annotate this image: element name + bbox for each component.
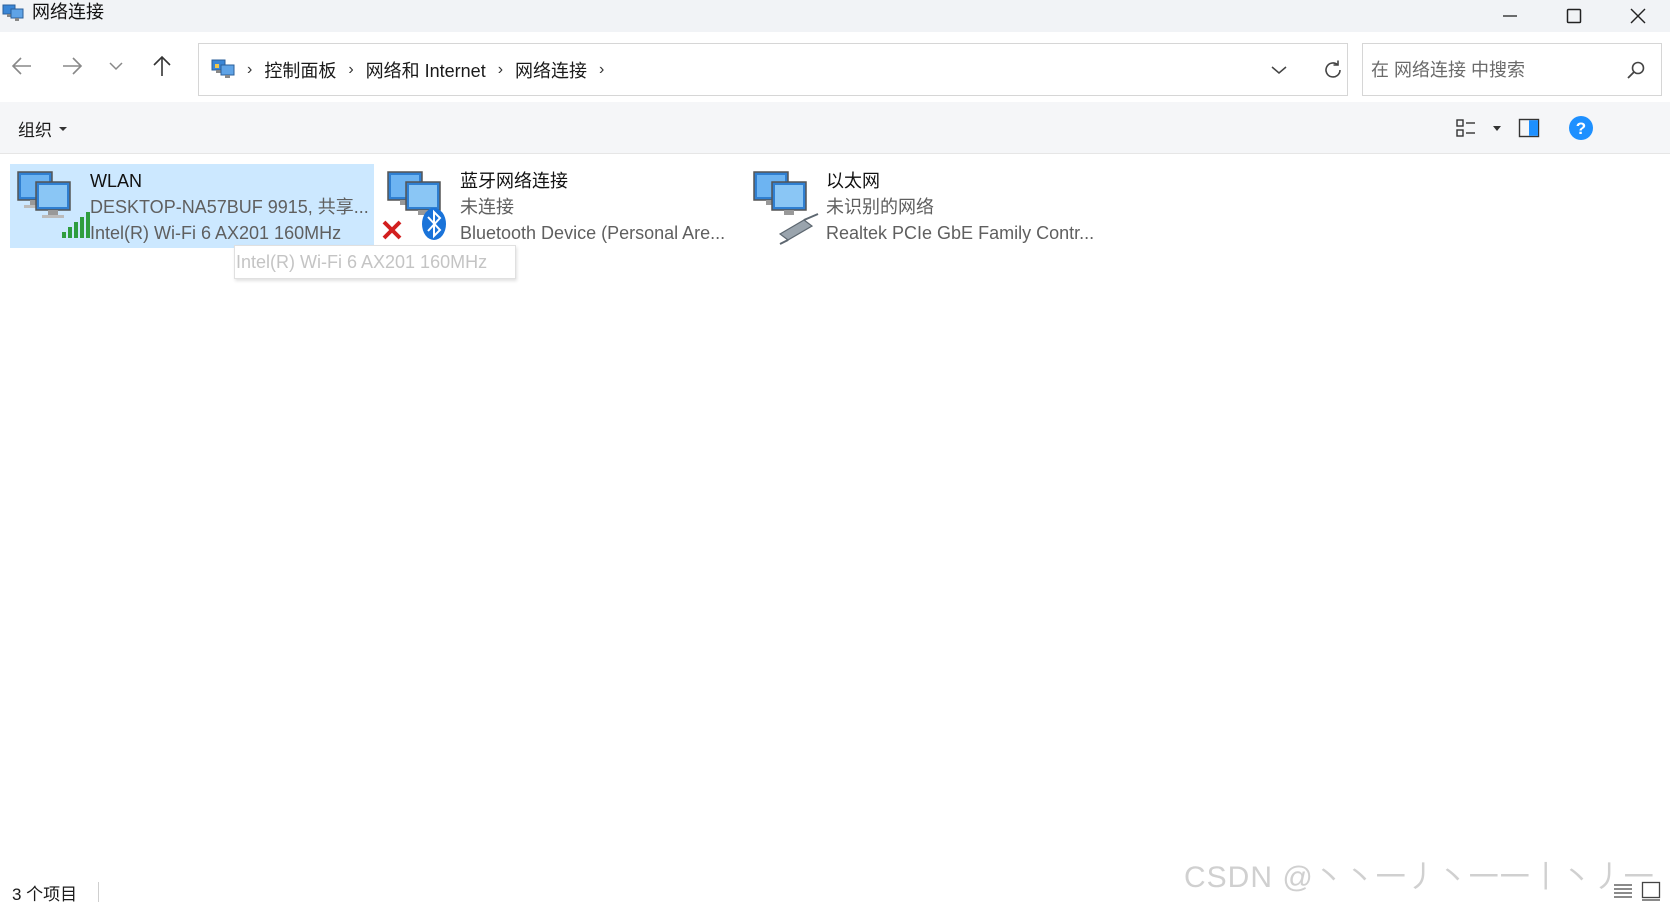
- connection-item-ethernet[interactable]: 以太网 未识别的网络 Realtek PCIe GbE Family Contr…: [746, 164, 1106, 248]
- connection-item-bluetooth[interactable]: 蓝牙网络连接 未连接 Bluetooth Device (Personal Ar…: [380, 164, 740, 248]
- command-bar: 组织 ?: [0, 102, 1670, 154]
- status-bar: 3 个项目: [0, 868, 1670, 904]
- close-icon: [1630, 8, 1646, 24]
- refresh-icon: [1325, 60, 1341, 78]
- caret-down-icon: [59, 126, 67, 131]
- search-box[interactable]: [1362, 43, 1662, 96]
- bluetooth-adapter-icon: [380, 164, 460, 248]
- breadcrumb-chevron-icon[interactable]: ›: [241, 61, 258, 79]
- organize-label: 组织: [18, 121, 52, 140]
- connection-name: WLAN: [90, 171, 143, 191]
- connection-status: 未连接: [460, 197, 514, 217]
- connection-name: 蓝牙网络连接: [460, 171, 568, 191]
- connection-status: 未识别的网络: [826, 197, 934, 217]
- status-divider: [98, 882, 99, 902]
- breadcrumb-control-panel[interactable]: 控制面板: [258, 57, 342, 83]
- search-input[interactable]: [1371, 56, 1611, 84]
- connection-name: 以太网: [826, 171, 880, 191]
- forward-button[interactable]: [52, 46, 92, 86]
- connection-status: DESKTOP-NA57BUF 9915, 共享...: [90, 197, 369, 217]
- large-icons-view-icon[interactable]: [1640, 880, 1662, 902]
- svg-text:?: ?: [1576, 119, 1586, 138]
- chevron-down-icon: [109, 62, 123, 71]
- refresh-button[interactable]: [1313, 44, 1353, 95]
- chevron-down-icon: [1271, 65, 1287, 74]
- wifi-adapter-icon: [10, 164, 90, 248]
- recent-locations-button[interactable]: [96, 46, 136, 86]
- ethernet-adapter-icon: [746, 164, 826, 248]
- tooltip: Intel(R) Wi-Fi 6 AX201 160MHz: [234, 245, 516, 279]
- breadcrumb-network-and-internet[interactable]: 网络和 Internet: [360, 57, 492, 83]
- connection-device: Bluetooth Device (Personal Are...: [460, 223, 726, 243]
- breadcrumb-network-connections[interactable]: 网络连接: [509, 57, 593, 83]
- window-title: 网络连接: [32, 2, 104, 22]
- arrow-left-icon: [11, 57, 31, 75]
- connection-device: Intel(R) Wi-Fi 6 AX201 160MHz: [90, 223, 342, 243]
- minimize-icon: [1503, 15, 1517, 17]
- search-icon[interactable]: [1625, 59, 1647, 81]
- title-bar: 网络连接: [0, 0, 1670, 32]
- network-connections-app-icon: [2, 4, 24, 21]
- arrow-up-icon: [153, 55, 171, 76]
- arrow-right-icon: [63, 57, 83, 75]
- change-view-button[interactable]: [1452, 114, 1506, 142]
- details-view-icon[interactable]: [1612, 880, 1634, 902]
- connection-device: Realtek PCIe GbE Family Contr...: [826, 223, 1095, 243]
- preview-pane-button[interactable]: [1514, 114, 1544, 142]
- breadcrumb-chevron-icon[interactable]: ›: [593, 61, 610, 79]
- item-count: 3 个项目: [12, 885, 78, 904]
- organize-menu-button[interactable]: 组织: [18, 116, 68, 141]
- view-options-icon: [1456, 119, 1501, 137]
- breadcrumb-chevron-icon[interactable]: ›: [492, 61, 509, 79]
- close-button[interactable]: [1606, 0, 1670, 32]
- help-button[interactable]: ?: [1566, 114, 1596, 142]
- back-button[interactable]: [2, 46, 42, 86]
- breadcrumb-chevron-icon[interactable]: ›: [342, 61, 359, 79]
- address-history-button[interactable]: [1259, 44, 1299, 95]
- up-button[interactable]: [142, 46, 182, 86]
- network-connections-location-icon: [211, 59, 235, 78]
- preview-pane-icon: [1518, 118, 1540, 138]
- help-icon: ?: [1569, 116, 1593, 140]
- maximize-icon: [1566, 8, 1582, 24]
- address-bar[interactable]: › 控制面板 › 网络和 Internet › 网络连接 ›: [198, 43, 1348, 96]
- minimize-button[interactable]: [1478, 0, 1542, 32]
- connection-item-wlan[interactable]: WLAN DESKTOP-NA57BUF 9915, 共享... Intel(R…: [10, 164, 374, 248]
- breadcrumb: › 控制面板 › 网络和 Internet › 网络连接 ›: [241, 44, 610, 95]
- maximize-button[interactable]: [1542, 0, 1606, 32]
